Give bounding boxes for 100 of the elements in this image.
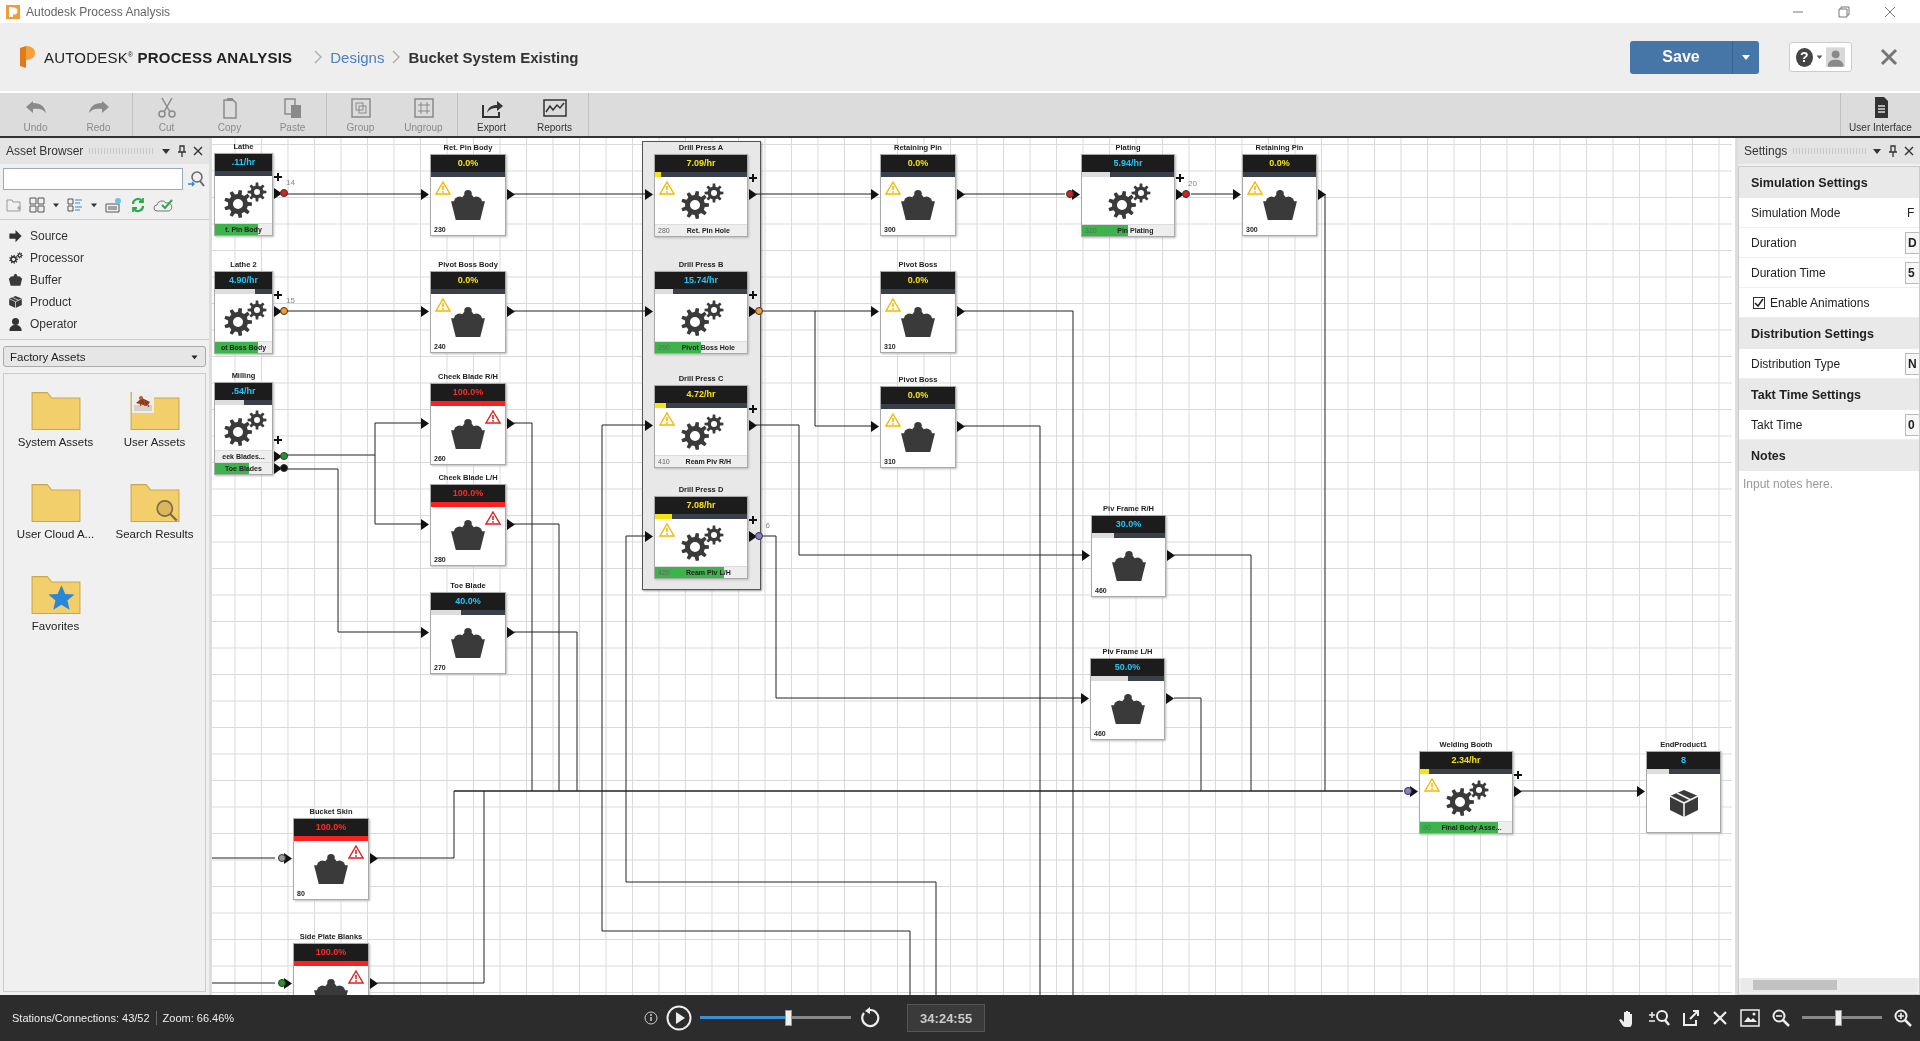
cross-icon[interactable] [1712,1010,1728,1026]
setting-label: Distribution Type [1750,356,1842,371]
folder-item[interactable]: Favorites [8,572,103,652]
refresh-icon[interactable] [130,197,146,213]
asset-category[interactable]: Operator [8,314,201,333]
replay-icon[interactable] [859,1007,882,1029]
asset-category[interactable]: Product [8,292,201,311]
toolbar-button[interactable]: Reports [523,93,586,136]
warning-icon [485,410,501,424]
output-arrow-icon [957,188,965,200]
asset-category[interactable]: Buffer [8,270,201,289]
input-arrow-icon [1081,692,1089,704]
folder-item[interactable]: User Cloud A... [8,480,103,560]
station-card[interactable]: 8 [1646,751,1721,833]
dropdown-field[interactable]: D [1905,231,1919,254]
close-icon[interactable] [1904,146,1914,156]
caret-icon [190,353,199,360]
input-arrow-icon [871,420,879,432]
output-arrow-icon [749,305,757,317]
station-value: 50.0% [1113,661,1142,674]
input-arrow-icon [421,518,429,530]
folder-item[interactable]: User Assets [107,388,202,468]
basket-icon [899,190,937,222]
search-field[interactable] [3,168,183,190]
chevron-icon [314,50,323,64]
station-value: 5.94/hr [1112,157,1144,170]
save-menu-button[interactable] [1733,40,1759,74]
breadcrumb-link[interactable]: Designs [330,48,385,66]
folder-item[interactable]: Search Results [107,480,202,560]
station-value: 30.0% [1114,518,1143,531]
close-icon[interactable] [1884,5,1896,18]
gears-icon [8,250,23,265]
plus-icon [274,436,282,444]
save-button[interactable]: Save [1630,40,1733,74]
zoom-in-icon[interactable] [1894,1009,1912,1027]
input-arrow-icon [871,188,879,200]
time-display: 34:24:55 [907,1004,986,1032]
caret-icon [1741,53,1751,61]
list-view-icon[interactable] [67,197,83,213]
slider[interactable] [700,1010,852,1026]
setting-label: Simulation Mode [1750,205,1842,220]
caret-icon[interactable] [52,202,60,208]
library-dropdown[interactable]: Factory Assets [3,346,206,367]
asset-category[interactable]: Source [8,226,201,245]
panel-title: Asset Browser [6,144,84,158]
station-value: 4.72/hr [685,388,717,401]
setting-label: Takt Time [1750,417,1804,432]
box-icon [8,294,23,309]
basket-icon [449,307,487,339]
cloud-check-icon[interactable] [153,197,173,213]
station-value: 8 [1680,754,1687,767]
info-icon[interactable] [644,1011,659,1025]
zoom-out-icon[interactable] [1772,1009,1790,1027]
notes-field[interactable]: Input notes here. [1739,471,1919,978]
output-arrow-icon [1166,692,1174,704]
checkbox[interactable] [1753,296,1765,309]
close-button[interactable] [1880,48,1898,66]
output-arrow-icon [507,188,515,200]
caret-icon[interactable] [90,202,98,208]
scrollbar-thumb[interactable] [1753,980,1837,990]
grid-view-icon[interactable] [29,197,45,213]
station-value: 100.0% [314,946,348,959]
asset-category[interactable]: Processor [8,248,201,267]
station-card[interactable]: 100.0% [293,943,369,995]
station-value: 0.0% [456,157,480,170]
slider-thumb[interactable] [784,1010,792,1026]
close-icon[interactable] [193,146,203,156]
basket-icon [449,419,487,451]
station-value: 0.0% [906,157,930,170]
pin-icon[interactable] [1888,145,1898,157]
warning-icon [1424,778,1440,792]
export-icon[interactable] [1682,1009,1700,1027]
dropdown-field[interactable]: N [1905,352,1919,375]
help-button[interactable]: ? [1789,42,1852,72]
toolbar-button[interactable]: User Interface [1840,93,1920,136]
caret-icon[interactable] [1872,147,1882,155]
connector-line [212,857,276,859]
port-label: 20 [1188,179,1197,188]
input-field[interactable]: 0 [1905,413,1919,436]
input-field[interactable]: 5 [1905,261,1919,284]
scrollbar[interactable] [1741,978,1917,992]
section-header: Takt Time Settings [1739,379,1919,410]
pin-icon[interactable] [177,145,187,157]
restore-icon[interactable] [1838,5,1850,18]
caret-icon[interactable] [161,147,171,155]
output-arrow-icon [1514,785,1522,797]
search-icon[interactable] [187,170,205,188]
slider[interactable] [1802,1010,1882,1026]
slider-thumb[interactable] [1835,1010,1842,1026]
map-icon[interactable] [1740,1009,1760,1027]
toolbar-button[interactable]: Export [460,93,523,136]
play-button[interactable] [666,1005,693,1031]
zoom-fit-icon[interactable] [1648,1009,1670,1027]
plus-icon [274,291,282,299]
output-arrow-icon [957,305,965,317]
connector-line [1190,193,1234,195]
play-icon [666,1005,693,1031]
output-arrow-icon [1318,188,1326,200]
warning-icon [885,298,901,312]
folder-item[interactable]: System Assets [8,388,103,468]
